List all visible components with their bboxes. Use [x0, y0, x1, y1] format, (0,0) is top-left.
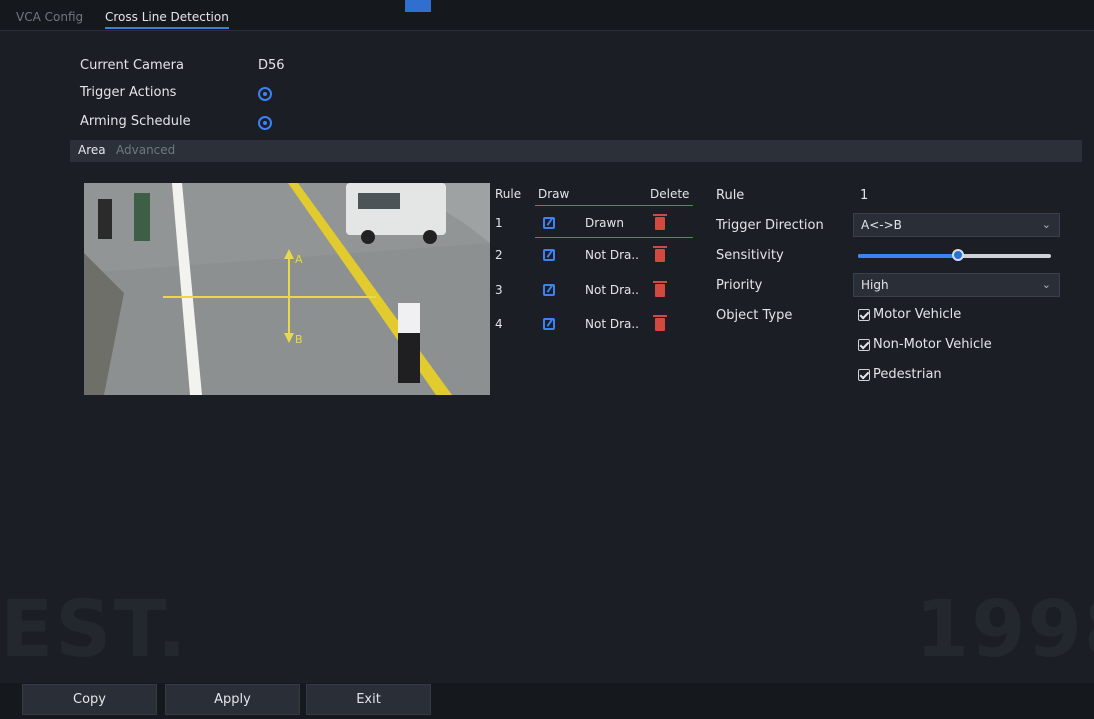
current-camera-value: D56 [258, 58, 285, 73]
rules-header-divider [535, 205, 693, 206]
priority-select[interactable]: High ⌄ [853, 273, 1060, 297]
tab-vca-config[interactable]: VCA Config [16, 10, 83, 24]
subtab-area[interactable]: Area [78, 143, 106, 157]
rules-header-delete: Delete [650, 187, 690, 201]
non-motor-vehicle-checkbox[interactable]: Non-Motor Vehicle [858, 337, 1018, 357]
watermark-left: EST. [0, 585, 189, 675]
checkbox-icon [858, 339, 870, 351]
object-type-label: Object Type [716, 308, 793, 323]
direction-label-b: B [295, 333, 303, 346]
rule-value: 1 [860, 188, 869, 203]
trash-icon[interactable] [653, 315, 667, 331]
area-subtab-bar: Area Advanced [70, 140, 1082, 162]
rule-status: Drawn [585, 216, 624, 230]
checkbox-label: Motor Vehicle [873, 307, 962, 322]
sensitivity-slider[interactable] [858, 249, 1051, 261]
top-indicator [405, 0, 431, 12]
trigger-direction-value: A<->B [861, 218, 902, 232]
sensitivity-label: Sensitivity [716, 248, 784, 263]
rules-header-rule: Rule [495, 187, 522, 201]
direction-label-a: A [295, 253, 303, 266]
checkbox-label: Non-Motor Vehicle [873, 337, 992, 352]
table-row[interactable]: 4 Not Dra.. [493, 313, 693, 343]
copy-button[interactable]: Copy [22, 684, 157, 715]
top-tab-bar: VCA Config Cross Line Detection [0, 0, 1094, 31]
rule-status: Not Dra.. [585, 317, 639, 331]
checkbox-label: Pedestrian [873, 367, 942, 382]
trigger-actions-gear-icon[interactable] [258, 87, 272, 101]
subtab-advanced[interactable]: Advanced [116, 143, 175, 157]
camera-preview[interactable]: A B [84, 183, 490, 395]
preview-scene: A B [84, 183, 490, 395]
watermark-right: 1998 [915, 585, 1094, 675]
priority-value: High [861, 278, 889, 292]
edit-icon[interactable] [543, 284, 555, 296]
edit-icon[interactable] [543, 249, 555, 261]
rule-label: Rule [716, 188, 745, 203]
chevron-down-icon: ⌄ [1041, 278, 1051, 291]
priority-label: Priority [716, 278, 763, 293]
pedestrian-checkbox[interactable]: Pedestrian [858, 367, 1018, 387]
chevron-down-icon: ⌄ [1041, 218, 1051, 231]
tab-cross-line-detection[interactable]: Cross Line Detection [105, 10, 229, 29]
checkbox-icon [858, 369, 870, 381]
sensitivity-slider-fill [858, 254, 959, 258]
sensitivity-slider-knob[interactable] [952, 249, 965, 261]
rules-header-draw: Draw [538, 187, 570, 201]
rule-status: Not Dra.. [585, 283, 639, 297]
arming-schedule-gear-icon[interactable] [258, 116, 272, 130]
table-row[interactable]: 2 Not Dra.. [493, 244, 693, 274]
exit-button[interactable]: Exit [306, 684, 431, 715]
selected-row-underline [535, 237, 693, 238]
rule-number: 1 [495, 216, 503, 230]
rule-status: Not Dra.. [585, 248, 639, 262]
arming-schedule-label: Arming Schedule [80, 114, 191, 129]
trash-icon[interactable] [653, 246, 667, 262]
current-camera-label: Current Camera [80, 58, 184, 73]
edit-icon[interactable] [543, 318, 555, 330]
trigger-actions-label: Trigger Actions [80, 85, 177, 100]
motor-vehicle-checkbox[interactable]: Motor Vehicle [858, 307, 1018, 327]
trigger-direction-select[interactable]: A<->B ⌄ [853, 213, 1060, 237]
apply-button[interactable]: Apply [165, 684, 300, 715]
rule-number: 2 [495, 248, 503, 262]
edit-icon[interactable] [543, 217, 555, 229]
trash-icon[interactable] [653, 214, 667, 230]
checkbox-icon [858, 309, 870, 321]
trash-icon[interactable] [653, 281, 667, 297]
rule-number: 4 [495, 317, 503, 331]
table-row[interactable]: 3 Not Dra.. [493, 279, 693, 309]
rule-number: 3 [495, 283, 503, 297]
trigger-direction-label: Trigger Direction [716, 218, 824, 233]
